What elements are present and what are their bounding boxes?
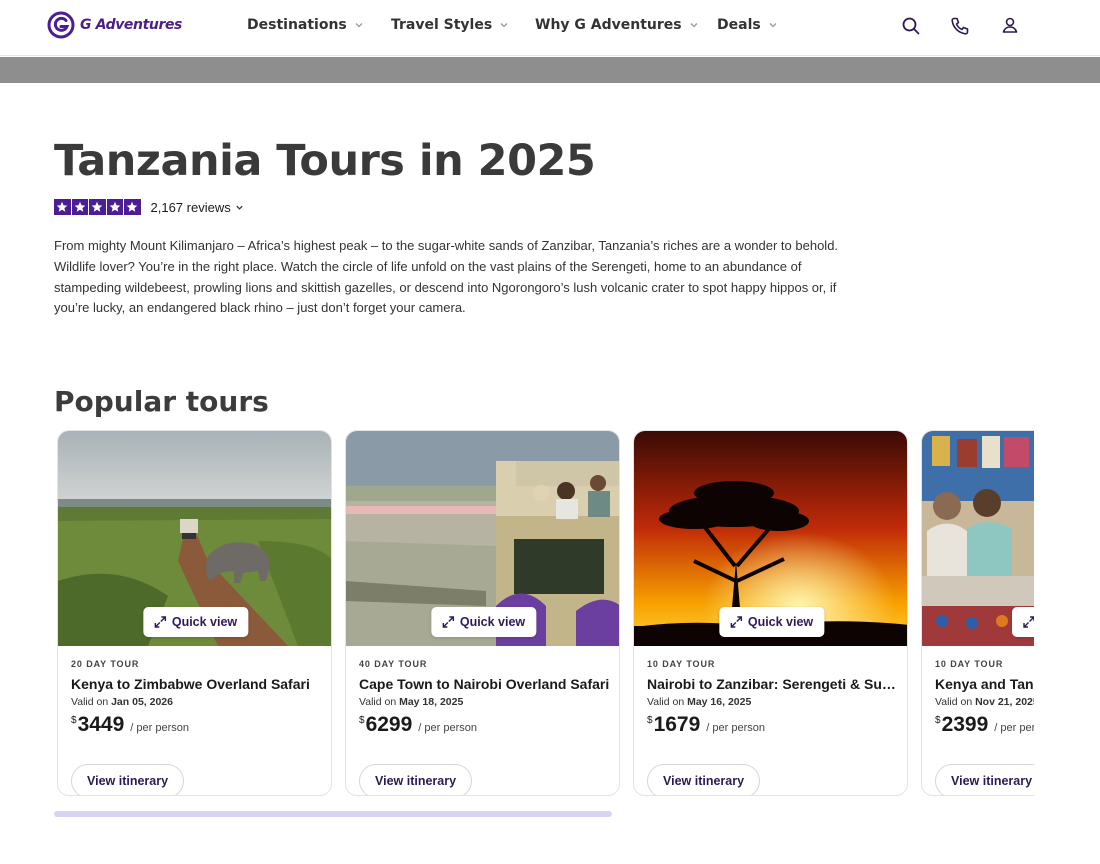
tour-name[interactable]: Nairobi to Zanzibar: Serengeti & Sun... <box>647 676 902 692</box>
star-icon <box>124 199 141 215</box>
rating-stars <box>54 199 141 215</box>
tour-price: $ 2399 / per person <box>935 713 1034 737</box>
tour-image-elephant-road[interactable]: Quick view <box>58 431 331 646</box>
tour-carousel[interactable]: Quick view 20 DAY TOUR Kenya to Zimbabwe… <box>57 430 1034 800</box>
nav-destinations[interactable]: Destinations <box>247 17 364 33</box>
tour-name[interactable]: Kenya to Zimbabwe Overland Safari <box>71 676 326 692</box>
tour-card[interactable]: Quick view 10 DAY TOUR Kenya and Tanzani… <box>921 430 1034 796</box>
view-itinerary-button[interactable]: View itinerary <box>71 764 185 795</box>
quick-view-button[interactable]: Quick view <box>430 607 537 637</box>
intro-paragraph: From mighty Mount Kilimanjaro – Africa’s… <box>54 238 839 316</box>
tour-price: $ 1679 / per person <box>647 713 765 737</box>
tour-length: 20 DAY TOUR <box>71 659 140 669</box>
carousel-scrollbar[interactable] <box>54 811 612 817</box>
price-currency: $ <box>647 715 653 726</box>
nav-travel-styles[interactable]: Travel Styles <box>391 17 509 33</box>
page-title: Tanzania Tours in 2025 <box>54 136 596 186</box>
promo-banner-strip <box>0 57 1100 83</box>
rating-summary[interactable]: 2,167 reviews <box>54 199 244 215</box>
nav-label: Why G Adventures <box>535 17 682 33</box>
tour-length: 40 DAY TOUR <box>359 659 428 669</box>
expand-icon <box>730 616 742 628</box>
nav-label: Travel Styles <box>391 17 493 33</box>
tour-length: 10 DAY TOUR <box>647 659 716 669</box>
price-currency: $ <box>935 715 941 726</box>
valid-date: May 16, 2025 <box>687 696 752 708</box>
quick-view-label: Quick view <box>459 615 526 629</box>
quick-view-button[interactable]: Quick view <box>142 607 249 637</box>
star-icon <box>89 199 106 215</box>
price-currency: $ <box>359 715 365 726</box>
price-value: 3449 <box>77 713 125 736</box>
tour-image-market-travellers[interactable]: Quick view <box>922 431 1034 646</box>
chevron-down-icon <box>769 23 777 28</box>
price-per-person: / per person <box>418 722 477 734</box>
logo-text: G Adventures <box>80 17 182 33</box>
nav-label: Deals <box>717 17 761 33</box>
valid-date: Jan 05, 2026 <box>111 696 173 708</box>
chevron-down-icon <box>355 23 363 28</box>
price-per-person: / per person <box>130 722 189 734</box>
tour-name[interactable]: Cape Town to Nairobi Overland Safari <box>359 676 614 692</box>
quick-view-label: Quick view <box>171 615 238 629</box>
valid-prefix: Valid on <box>359 696 397 708</box>
nav-label: Destinations <box>247 17 347 33</box>
tour-image-safari-truck[interactable]: Quick view <box>346 431 619 646</box>
tour-valid-date: Valid on May 18, 2025 <box>359 696 463 708</box>
quick-view-button[interactable]: Quick view <box>718 607 825 637</box>
price-currency: $ <box>71 715 77 726</box>
star-icon <box>106 199 123 215</box>
tour-card[interactable]: Quick view 20 DAY TOUR Kenya to Zimbabwe… <box>57 430 332 796</box>
price-value: 2399 <box>941 713 989 736</box>
tour-image-acacia-sunset[interactable]: Quick view <box>634 431 907 646</box>
chevron-down-icon <box>690 23 698 28</box>
tour-name[interactable]: Kenya and Tanzania Safari <box>935 676 1034 692</box>
view-itinerary-button[interactable]: View itinerary <box>647 764 761 795</box>
tour-card[interactable]: Quick view 10 DAY TOUR Nairobi to Zanzib… <box>633 430 908 796</box>
search-icon[interactable] <box>900 15 922 37</box>
price-value: 1679 <box>653 713 701 736</box>
tour-valid-date: Valid on Jan 05, 2026 <box>71 696 173 708</box>
popular-tours-heading: Popular tours <box>54 385 269 418</box>
chevron-down-icon <box>500 23 508 28</box>
review-count: 2,167 reviews <box>150 199 231 215</box>
tour-card[interactable]: Quick view 40 DAY TOUR Cape Town to Nair… <box>345 430 620 796</box>
quick-view-label: Quick view <box>747 615 814 629</box>
valid-prefix: Valid on <box>647 696 685 708</box>
price-per-person: / per person <box>994 722 1034 734</box>
tour-length: 10 DAY TOUR <box>935 659 1004 669</box>
price-per-person: / per person <box>706 722 765 734</box>
price-value: 6299 <box>365 713 413 736</box>
valid-prefix: Valid on <box>71 696 109 708</box>
view-itinerary-button[interactable]: View itinerary <box>359 764 473 795</box>
expand-icon <box>154 616 166 628</box>
chevron-down-icon <box>236 205 243 210</box>
user-icon[interactable] <box>999 15 1021 37</box>
site-logo[interactable]: G Adventures <box>47 11 182 39</box>
tour-price: $ 6299 / per person <box>359 713 477 737</box>
valid-date: Nov 21, 2025 <box>975 696 1034 708</box>
tour-valid-date: Valid on Nov 21, 2025 <box>935 696 1034 708</box>
tour-valid-date: Valid on May 16, 2025 <box>647 696 751 708</box>
expand-icon <box>1023 616 1034 628</box>
logo-g-icon <box>47 11 75 39</box>
view-itinerary-button[interactable]: View itinerary <box>935 764 1034 795</box>
tour-price: $ 3449 / per person <box>71 713 189 737</box>
star-icon <box>71 199 88 215</box>
site-header: G Adventures Destinations Travel Styles … <box>0 0 1100 56</box>
valid-prefix: Valid on <box>935 696 973 708</box>
expand-icon <box>442 616 454 628</box>
quick-view-button[interactable]: Quick view <box>1012 607 1034 637</box>
star-icon <box>54 199 71 215</box>
nav-why-g-adventures[interactable]: Why G Adventures <box>535 17 699 33</box>
nav-deals[interactable]: Deals <box>717 17 778 33</box>
valid-date: May 18, 2025 <box>399 696 464 708</box>
phone-icon[interactable] <box>949 15 971 37</box>
